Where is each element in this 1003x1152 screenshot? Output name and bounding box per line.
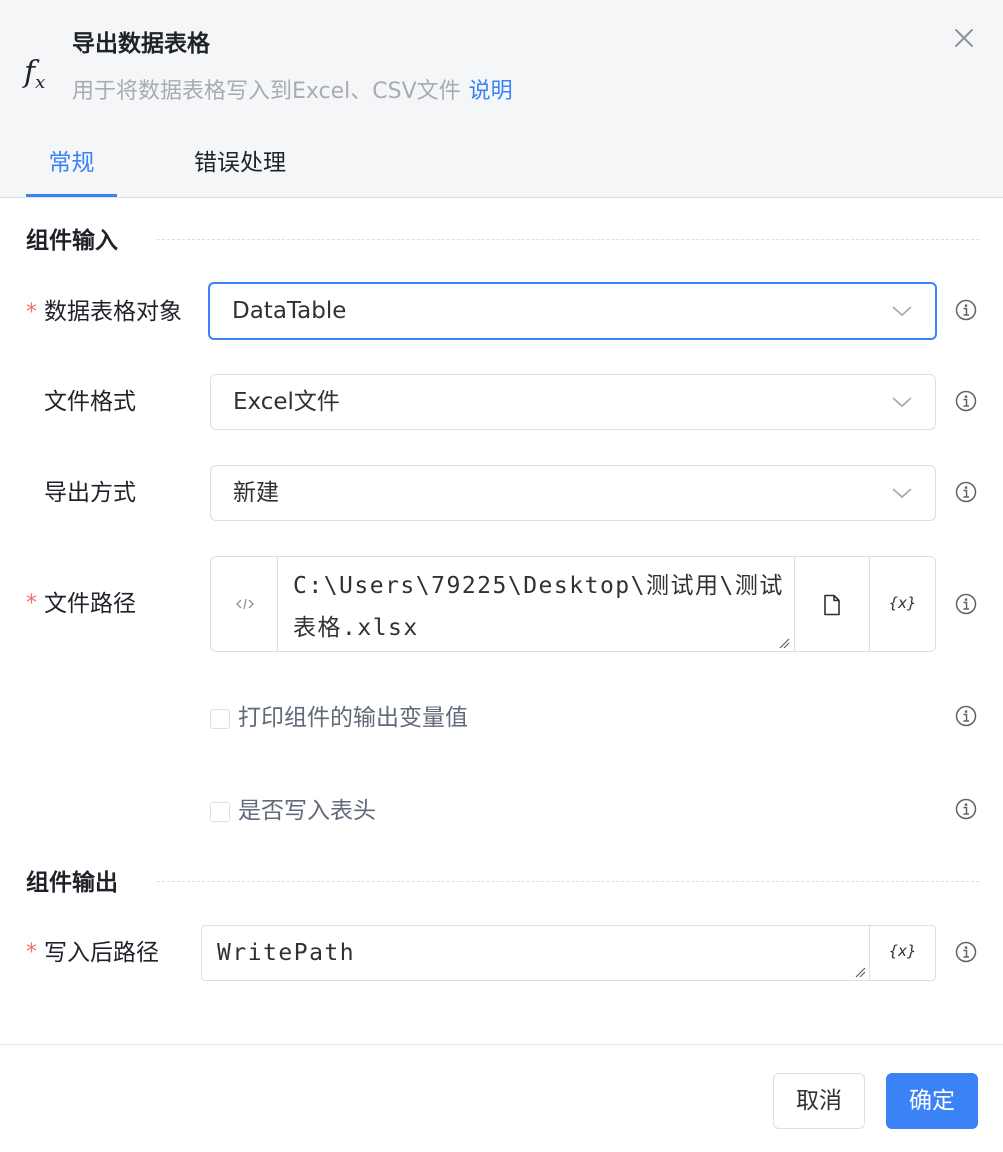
file-format-select[interactable]: Excel文件 xyxy=(210,374,936,430)
chevron-down-icon xyxy=(892,488,912,499)
info-icon[interactable] xyxy=(955,593,977,615)
section-divider xyxy=(157,881,979,882)
datatable-value: DataTable xyxy=(232,298,347,324)
file-path-label: 文件路径 xyxy=(44,591,136,617)
write-header-checkbox[interactable] xyxy=(210,802,230,822)
variable-icon: {x} xyxy=(888,942,917,960)
chevron-down-icon xyxy=(892,306,912,317)
insert-variable-button[interactable]: {x} xyxy=(869,926,935,980)
required-marker: * xyxy=(26,300,37,325)
insert-variable-button[interactable]: {x} xyxy=(869,557,935,651)
required-marker: * xyxy=(26,940,37,965)
info-icon[interactable] xyxy=(955,941,977,963)
section-divider xyxy=(157,239,979,240)
code-icon xyxy=(236,598,254,610)
file-path-input[interactable]: C:\Users\79225\Desktop\测试用\测试表格.xlsx xyxy=(293,565,789,649)
chevron-down-icon xyxy=(892,397,912,408)
close-icon[interactable] xyxy=(950,24,978,52)
write-path-label: 写入后路径 xyxy=(44,940,159,966)
resize-handle-icon[interactable] xyxy=(778,637,790,649)
export-mode-value: 新建 xyxy=(233,480,279,506)
datatable-label: 数据表格对象 xyxy=(44,299,182,325)
confirm-button[interactable]: 确定 xyxy=(886,1073,978,1129)
expression-mode-button[interactable] xyxy=(211,557,278,651)
fx-icon: fx xyxy=(24,55,46,94)
info-icon[interactable] xyxy=(955,390,977,412)
help-link[interactable]: 说明 xyxy=(469,79,513,104)
file-path-input-group: C:\Users\79225\Desktop\测试用\测试表格.xlsx {x} xyxy=(210,556,936,652)
write-path-input[interactable]: WritePath xyxy=(217,926,355,980)
file-icon xyxy=(824,594,840,616)
write-path-input-group: WritePath {x} xyxy=(201,925,936,981)
dialog-header: fx 导出数据表格 用于将数据表格写入到Excel、CSV文件 说明 常规 错误处… xyxy=(0,0,1003,198)
variable-icon: {x} xyxy=(888,594,917,612)
footer-divider xyxy=(0,1044,1003,1045)
write-header-label[interactable]: 是否写入表头 xyxy=(238,794,376,828)
info-icon[interactable] xyxy=(955,798,977,820)
file-format-label: 文件格式 xyxy=(44,389,136,415)
resize-handle-icon[interactable] xyxy=(854,966,866,978)
info-icon[interactable] xyxy=(955,299,977,321)
browse-file-button[interactable] xyxy=(794,557,869,651)
file-format-value: Excel文件 xyxy=(233,389,340,415)
dialog-title: 导出数据表格 xyxy=(72,31,210,57)
print-output-checkbox[interactable] xyxy=(210,709,230,729)
dialog-subtitle: 用于将数据表格写入到Excel、CSV文件 说明 xyxy=(72,76,513,108)
export-mode-label: 导出方式 xyxy=(44,480,136,506)
print-output-label[interactable]: 打印组件的输出变量值 xyxy=(238,701,468,735)
subtitle-text: 用于将数据表格写入到Excel、CSV文件 xyxy=(72,79,461,104)
export-mode-select[interactable]: 新建 xyxy=(210,465,936,521)
datatable-select[interactable]: DataTable xyxy=(208,282,937,340)
info-icon[interactable] xyxy=(955,705,977,727)
section-title-input: 组件输入 xyxy=(26,228,118,254)
tab-general[interactable]: 常规 xyxy=(26,140,117,197)
info-icon[interactable] xyxy=(955,481,977,503)
tab-error-handling[interactable]: 错误处理 xyxy=(194,140,286,197)
required-marker: * xyxy=(26,591,37,616)
section-title-output: 组件输出 xyxy=(26,870,118,896)
cancel-button[interactable]: 取消 xyxy=(773,1073,865,1129)
